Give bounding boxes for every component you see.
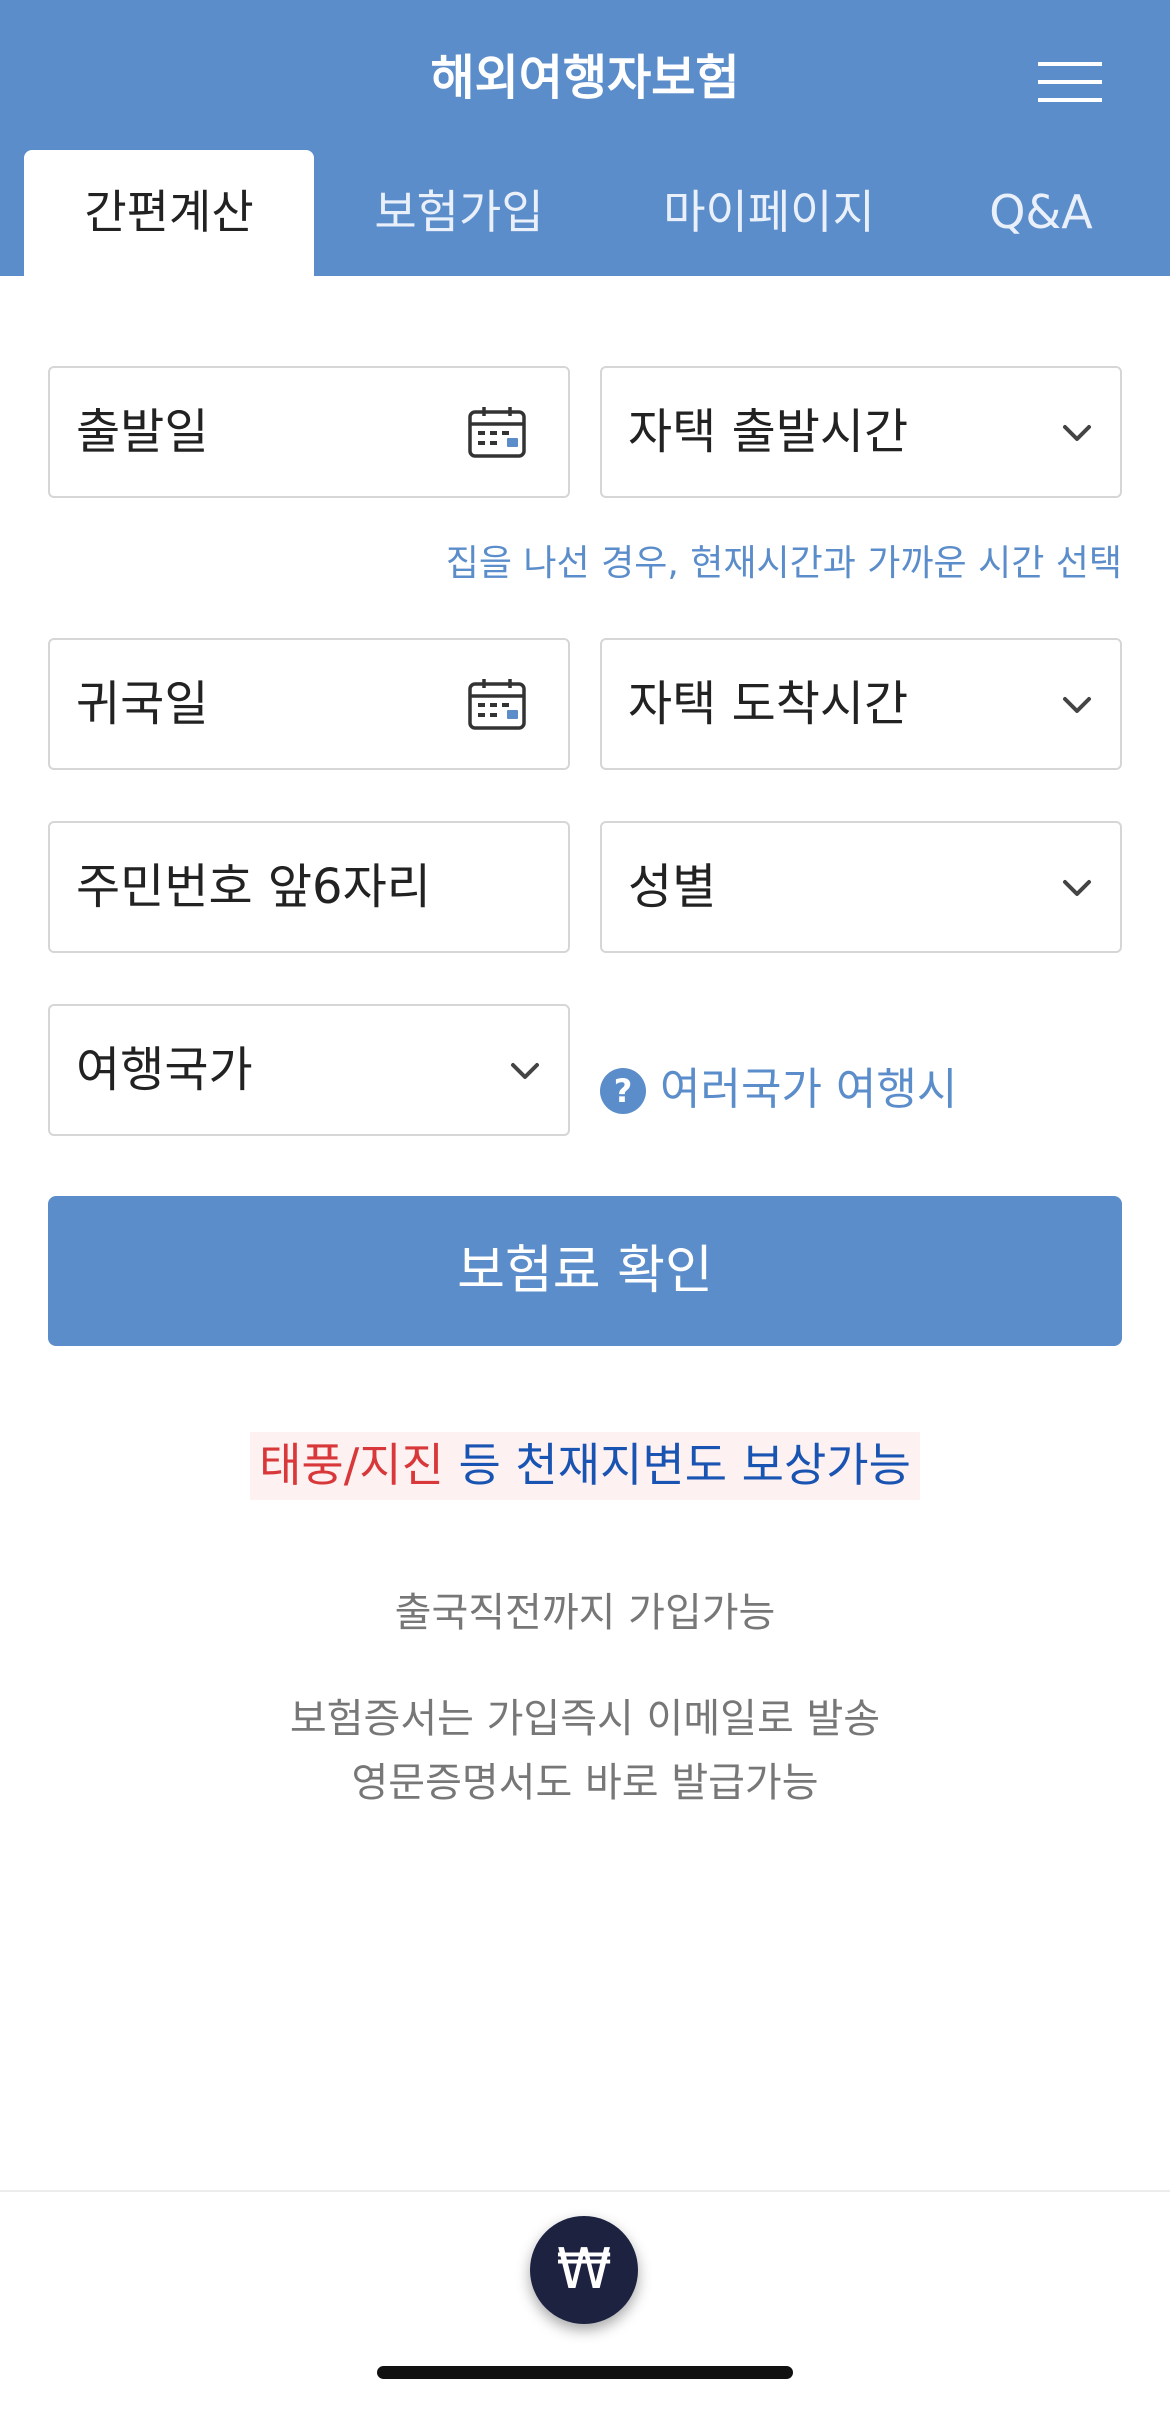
return-date-label: 귀국일 <box>76 676 209 732</box>
promo-banner: 태풍/지진 등 천재지변도 보상가능 <box>250 1432 920 1500</box>
departure-time-label: 자택 출발시간 <box>628 404 909 460</box>
tab-quick-calc[interactable]: 간편계산 <box>24 150 314 276</box>
chevron-down-icon <box>1063 880 1091 896</box>
check-premium-button[interactable]: 보험료 확인 <box>48 1196 1122 1346</box>
hamburger-menu-icon[interactable] <box>1038 56 1102 106</box>
tab-qna[interactable]: Q&A <box>934 150 1148 276</box>
departure-time-select[interactable]: 자택 출발시간 <box>600 366 1122 498</box>
arrival-time-label: 자택 도착시간 <box>628 676 909 732</box>
arrival-time-select[interactable]: 자택 도착시간 <box>600 638 1122 770</box>
info-line-2: 보험증서는 가입즉시 이메일로 발송 <box>289 1696 881 1742</box>
resident-number-input[interactable]: 주민번호 앞6자리 <box>48 821 570 953</box>
won-currency-button[interactable]: ₩ <box>530 2216 638 2324</box>
gender-label: 성별 <box>628 859 717 915</box>
departure-date-field[interactable]: 출발일 <box>48 366 570 498</box>
chevron-down-icon <box>1063 425 1091 441</box>
tab-mypage[interactable]: 마이페이지 <box>604 150 934 276</box>
promo-highlight: 태풍/지진 <box>259 1438 444 1492</box>
departure-date-label: 출발일 <box>76 404 209 460</box>
chevron-down-icon <box>511 1063 539 1079</box>
resident-number-placeholder: 주민번호 앞6자리 <box>76 859 431 915</box>
app-header: 해외여행자보험 간편계산 보험가입 마이페이지 Q&A <box>0 0 1170 276</box>
info-line-3: 영문증명서도 바로 발급가능 <box>351 1760 819 1806</box>
calendar-icon <box>468 679 526 730</box>
gender-select[interactable]: 성별 <box>600 821 1122 953</box>
country-select[interactable]: 여행국가 <box>48 1004 570 1136</box>
chevron-down-icon <box>1063 697 1091 713</box>
question-icon: ? <box>600 1068 646 1114</box>
tab-subscribe[interactable]: 보험가입 <box>314 150 604 276</box>
home-indicator <box>377 2366 793 2379</box>
multi-country-text: 여러국가 여행시 <box>660 1064 958 1115</box>
info-line-1: 출국직전까지 가입가능 <box>394 1590 776 1636</box>
return-date-field[interactable]: 귀국일 <box>48 638 570 770</box>
promo-text: 등 천재지변도 보상가능 <box>443 1438 911 1492</box>
calendar-icon <box>468 407 526 458</box>
country-label: 여행국가 <box>76 1042 253 1098</box>
app-title: 해외여행자보험 <box>430 50 740 106</box>
departure-time-hint: 집을 나선 경우, 현재시간과 가까운 시간 선택 <box>445 543 1122 584</box>
